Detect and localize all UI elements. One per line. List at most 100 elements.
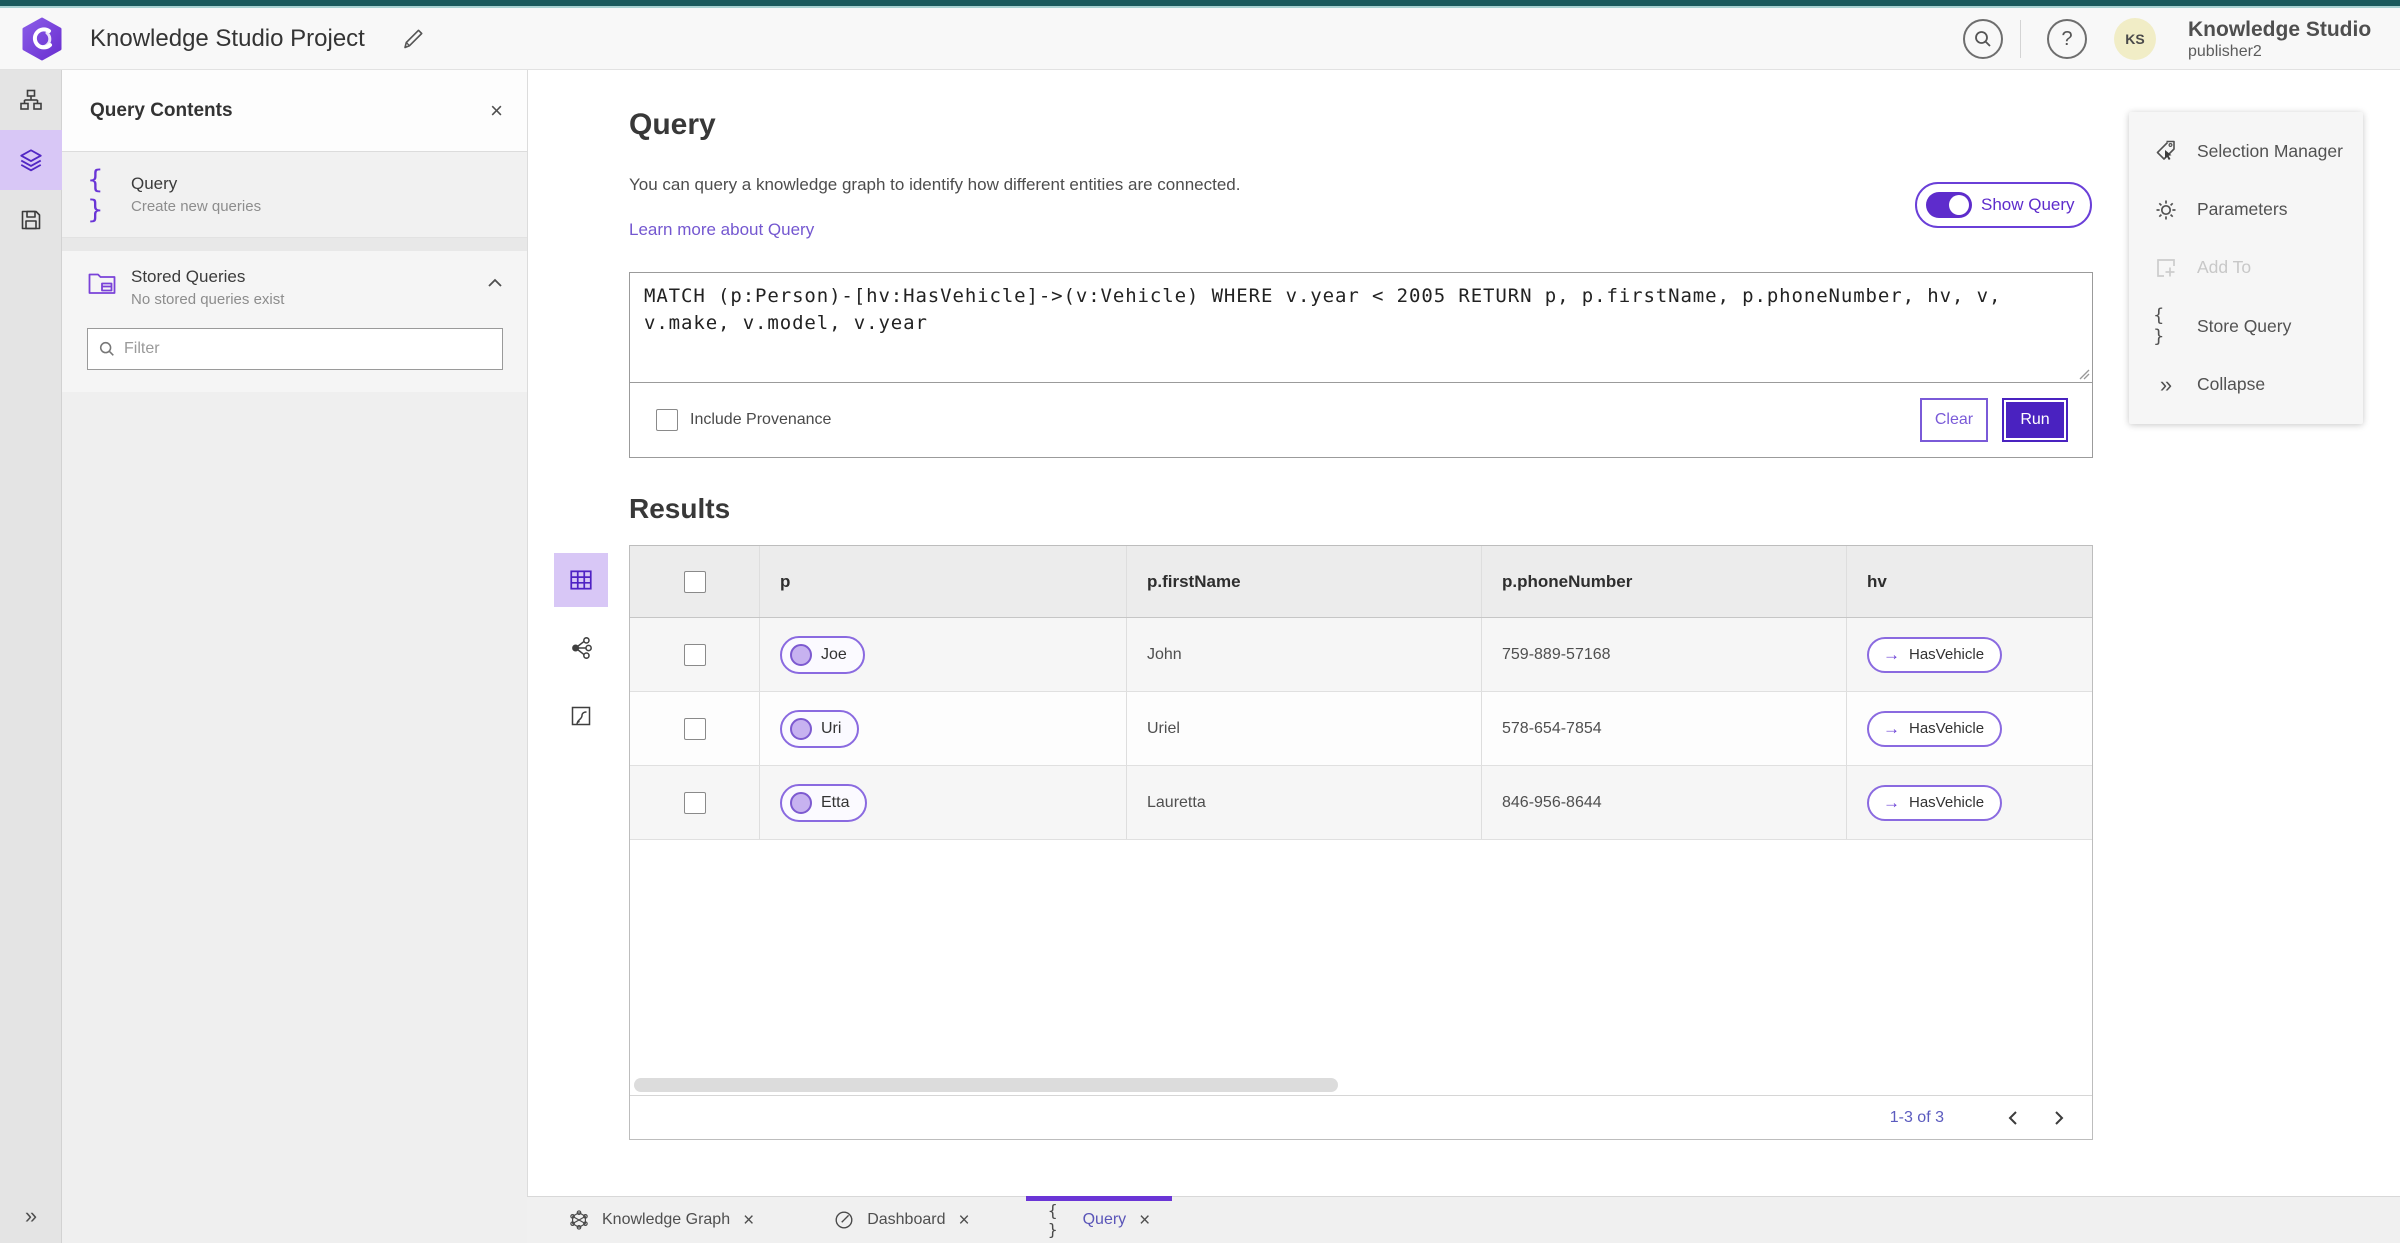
entity-label: Etta [821, 793, 850, 811]
row-checkbox[interactable] [683, 791, 706, 814]
row-checkbox[interactable] [683, 717, 706, 740]
run-button[interactable]: Run [2002, 398, 2068, 442]
header-divider [2020, 20, 2021, 58]
query-textarea[interactable]: MATCH (p:Person)-[hv:HasVehicle]->(v:Veh… [630, 273, 2092, 382]
results-title: Results [629, 493, 731, 524]
table-row[interactable]: Joe John 759-889-57168 → HasVehicle [630, 618, 2092, 692]
query-page-title: Query [629, 108, 716, 141]
filter-search-icon [99, 341, 114, 356]
table-view-icon [570, 570, 592, 590]
pagination-prev-button[interactable] [1998, 1103, 2028, 1133]
stored-queries-folder-icon [88, 273, 116, 294]
tab-query[interactable]: { } Query × [1025, 1196, 1173, 1243]
avatar[interactable]: KS [2114, 18, 2156, 60]
store-query-label: Store Query [2197, 315, 2292, 336]
toggle-switch[interactable] [1926, 192, 1972, 218]
rail-expand-button[interactable]: » [0, 1203, 62, 1229]
contents-panel-title: Query Contents [90, 99, 233, 121]
app-window: Knowledge Studio Project ? KS Knowledge … [0, 0, 2400, 1243]
stored-queries-subtitle: No stored queries exist [131, 291, 285, 308]
entity-dot-icon [790, 643, 812, 666]
query-editor: MATCH (p:Person)-[hv:HasVehicle]->(v:Veh… [629, 272, 2093, 458]
cell-firstname: John [1147, 645, 1182, 663]
pagination-next-button[interactable] [2044, 1103, 2074, 1133]
entity-pill[interactable]: Etta [780, 783, 868, 822]
expand-icon: » [24, 1203, 38, 1228]
chevron-up-icon[interactable] [487, 278, 503, 288]
app-header: Knowledge Studio Project ? KS Knowledge … [0, 8, 2400, 70]
relationship-label: HasVehicle [1909, 720, 1985, 737]
show-query-label: Show Query [1981, 195, 2075, 214]
edit-title-pencil-icon[interactable] [400, 26, 426, 52]
help-button[interactable]: ? [2047, 19, 2087, 59]
column-header-p[interactable]: p [760, 546, 1127, 617]
table-row[interactable]: Uri Uriel 578-654-7854 → HasVehicle [630, 692, 2092, 766]
column-header-phonenumber[interactable]: p.phoneNumber [1482, 546, 1847, 617]
entity-pill[interactable]: Joe [780, 635, 865, 674]
clear-button[interactable]: Clear [1920, 398, 1988, 442]
table-row[interactable]: Etta Lauretta 846-956-8644 → HasVehicle [630, 766, 2092, 840]
contents-panel-close-icon[interactable]: × [490, 99, 503, 122]
tab-close-icon[interactable]: × [958, 1211, 969, 1230]
selection-manager-button[interactable]: Selection Manager [2129, 125, 2363, 177]
rail-item-hierarchy[interactable] [0, 70, 62, 130]
left-rail: » [0, 70, 62, 1243]
tab-dashboard[interactable]: Dashboard × [810, 1197, 991, 1243]
entity-label: Uri [821, 719, 842, 737]
resize-grip-icon[interactable] [2078, 368, 2090, 380]
view-map-button[interactable] [554, 689, 608, 743]
map-view-icon [571, 706, 591, 726]
knowledge-graph-icon [570, 1210, 588, 1230]
main-area: Query You can query a knowledge graph to… [527, 70, 2400, 1196]
tab-close-icon[interactable]: × [743, 1211, 754, 1230]
collapse-panel-button[interactable]: » Collapse [2129, 359, 2363, 411]
relationship-pill[interactable]: → HasVehicle [1867, 636, 2003, 673]
horizontal-scrollbar[interactable] [634, 1078, 1338, 1092]
select-all-checkbox[interactable] [683, 570, 706, 593]
column-header-hv[interactable]: hv [1847, 546, 2092, 617]
arrow-right-icon: → [1883, 644, 1900, 664]
column-header-firstname[interactable]: p.firstName [1127, 546, 1482, 617]
entity-label: Joe [821, 645, 847, 663]
braces-icon: { } [2153, 305, 2166, 348]
stored-queries-filter [87, 328, 503, 370]
user-name: publisher2 [2188, 43, 2262, 61]
bottom-tab-bar: Knowledge Graph × Dashboard × { } Query … [527, 1196, 2400, 1243]
stored-queries-header[interactable]: Stored Queries No stored queries exist [87, 267, 503, 308]
pagination-range: 1-3 of 3 [1889, 1108, 1944, 1126]
entity-dot-icon [790, 717, 812, 740]
rail-item-save[interactable] [0, 190, 62, 250]
app-logo-icon[interactable] [20, 17, 64, 61]
filter-input[interactable] [124, 340, 492, 358]
show-query-toggle[interactable]: Show Query [1915, 182, 2092, 228]
store-query-button[interactable]: { } Store Query [2129, 300, 2363, 352]
tab-close-icon[interactable]: × [1139, 1211, 1150, 1230]
relationship-pill[interactable]: → HasVehicle [1867, 784, 2003, 821]
query-contents-panel: Query Contents × { } Query Create new qu… [62, 70, 527, 1243]
user-menu[interactable]: Knowledge Studio publisher2 [2188, 18, 2371, 61]
hierarchy-icon [20, 89, 42, 110]
parameters-gear-icon [2156, 200, 2176, 220]
add-to-label: Add To [2197, 257, 2252, 278]
view-link-chart-button[interactable] [554, 621, 608, 675]
query-description: You can query a knowledge graph to ident… [629, 175, 1241, 194]
rail-item-layers[interactable] [0, 130, 62, 190]
stored-queries-section: Stored Queries No stored queries exist [62, 251, 527, 392]
tab-knowledge-graph-label: Knowledge Graph [602, 1211, 731, 1228]
relationship-pill[interactable]: → HasVehicle [1867, 710, 2003, 747]
view-table-button[interactable] [554, 553, 608, 607]
learn-more-link[interactable]: Learn more about Query [629, 220, 814, 240]
entity-pill[interactable]: Uri [780, 709, 860, 748]
tab-knowledge-graph[interactable]: Knowledge Graph × [545, 1197, 776, 1243]
cell-phonenumber: 759-889-57168 [1502, 645, 1611, 663]
query-editor-toolbar: Include Provenance Clear Run [630, 383, 2092, 457]
arrow-right-icon: → [1883, 792, 1900, 812]
search-button[interactable] [1963, 19, 2003, 59]
table-pagination: 1-3 of 3 [630, 1095, 2092, 1139]
add-to-icon [2157, 259, 2175, 277]
arrow-right-icon: → [1883, 718, 1900, 738]
parameters-button[interactable]: Parameters [2129, 184, 2363, 236]
row-checkbox[interactable] [683, 643, 706, 666]
include-provenance-checkbox[interactable] [656, 409, 678, 431]
contents-item-query[interactable]: { } Query Create new queries [62, 152, 527, 238]
